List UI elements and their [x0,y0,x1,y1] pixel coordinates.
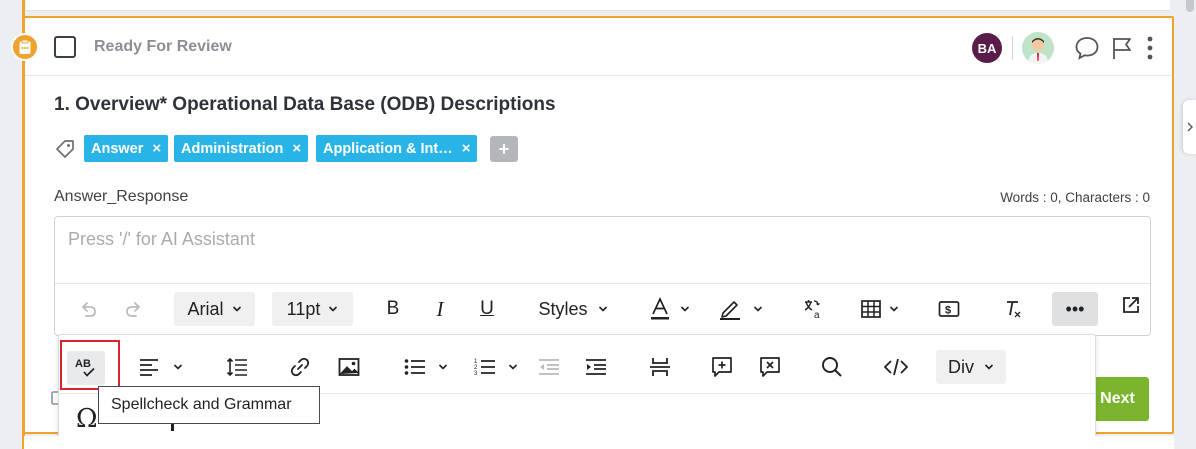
chevron-down-icon [984,364,994,370]
chevron-down-icon [598,306,607,312]
link-icon[interactable] [288,349,312,385]
flag-icon[interactable] [1110,35,1134,66]
more-toolbar-button[interactable]: ••• [1052,292,1098,326]
more-vertical-icon[interactable] [1145,36,1155,65]
table-icon [861,300,881,318]
spellcheck-icon: AB [75,358,95,377]
source-code-icon[interactable] [882,349,910,385]
tag-label: Answer [91,140,144,157]
chevron-down-icon [508,364,518,370]
tag-application[interactable]: Application & Int… × [316,135,478,162]
indent-icon[interactable] [584,349,608,385]
clear-formatting-icon[interactable] [1001,292,1025,326]
outdent-icon[interactable] [537,349,561,385]
line-height-icon[interactable] [225,349,249,385]
next-card-edge [24,436,1174,449]
chevron-down-icon [173,364,183,370]
italic-button[interactable]: I [428,292,452,326]
image-icon[interactable] [337,349,361,385]
tag-remove-button[interactable]: × [462,140,471,157]
header-divider [1012,36,1013,60]
chevron-down-icon [753,306,763,312]
status-label: Ready For Review [94,38,232,55]
bold-glyph: B [386,298,400,319]
text-color-icon [651,297,669,320]
tag-remove-button[interactable]: × [292,140,301,157]
card-accent-bar [22,0,25,449]
table-button[interactable] [858,292,902,326]
redo-icon[interactable] [121,292,147,326]
spellcheck-tooltip: Spellcheck and Grammar [98,386,320,424]
numbered-list-icon: 123 [474,359,495,377]
scrollbar-thumb[interactable] [1186,0,1194,12]
special-character-button[interactable]: Ω [76,404,98,434]
align-button[interactable] [133,349,189,385]
editor-toolbar: Arial 11pt B I U Styles a $ ••• [55,283,1150,335]
highlighter-icon [720,301,740,320]
font-family-select[interactable]: Arial [174,292,255,326]
tag-remove-button[interactable]: × [152,140,161,157]
bold-button[interactable]: B [381,292,405,326]
svg-text:$: $ [945,305,951,317]
assignee-avatar[interactable]: BA [972,33,1002,63]
chevron-down-icon [680,306,690,312]
font-size-select[interactable]: 11pt [272,292,353,326]
delete-comment-icon[interactable] [757,349,783,385]
complete-checkbox[interactable] [54,36,76,58]
chevron-right-icon [1187,122,1193,132]
bullet-list-icon [404,359,425,375]
search-icon[interactable] [819,349,845,385]
italic-glyph: I [436,296,444,321]
font-size-value: 11pt [286,298,321,319]
text-color-button[interactable] [645,292,695,326]
font-family-value: Arial [187,298,224,319]
answer-editor[interactable]: Press '/' for AI Assistant Arial 11pt B … [54,216,1151,336]
side-panel-toggle[interactable] [1183,100,1196,154]
comment-icon[interactable] [1074,35,1100,66]
page: Ready For Review BA 1. Overview* Operati… [0,0,1196,449]
translate-icon[interactable]: a [799,292,827,326]
page-break-icon[interactable] [648,349,672,385]
spellcheck-button[interactable]: AB [67,351,105,385]
align-left-icon [140,359,158,376]
previous-card-edge [26,0,1170,11]
tag-icon [54,138,76,165]
numbered-list-button[interactable]: 123 [469,349,523,385]
field-label: Answer_Response [54,188,189,205]
user-avatar[interactable] [1022,32,1054,64]
block-format-select[interactable]: Div [936,350,1006,384]
merge-field-icon[interactable]: $ [935,292,963,326]
open-external-icon[interactable] [1118,288,1144,322]
underline-glyph: U [480,298,494,319]
svg-text:3: 3 [474,371,478,377]
block-format-value: Div [948,356,974,377]
editor-placeholder: Press '/' for AI Assistant [68,229,255,249]
word-count: Words : 0, Characters : 0 [1000,190,1150,205]
question-title: 1. Overview* Operational Data Base (ODB)… [54,94,556,115]
card-header: Ready For Review BA [24,18,1172,76]
undo-icon[interactable] [75,292,101,326]
clipboard-icon [11,33,39,61]
add-comment-icon[interactable] [709,349,735,385]
bullet-list-button[interactable] [399,349,453,385]
underline-button[interactable]: U [475,292,499,326]
tag-label: Administration [181,140,284,157]
tag-label: Application & Int… [323,140,453,157]
svg-text:a: a [814,310,820,320]
tag-answer[interactable]: Answer × [84,135,169,162]
chevron-down-icon [889,306,899,312]
styles-select[interactable]: Styles [528,292,618,326]
styles-label: Styles [538,298,588,319]
chevron-down-icon [329,306,338,312]
highlight-color-button[interactable] [715,292,767,326]
svg-text:AB: AB [75,358,91,370]
add-tag-button[interactable]: + [490,136,518,162]
tag-administration[interactable]: Administration × [174,135,309,162]
chevron-down-icon [232,306,241,312]
chevron-down-icon [438,364,448,370]
